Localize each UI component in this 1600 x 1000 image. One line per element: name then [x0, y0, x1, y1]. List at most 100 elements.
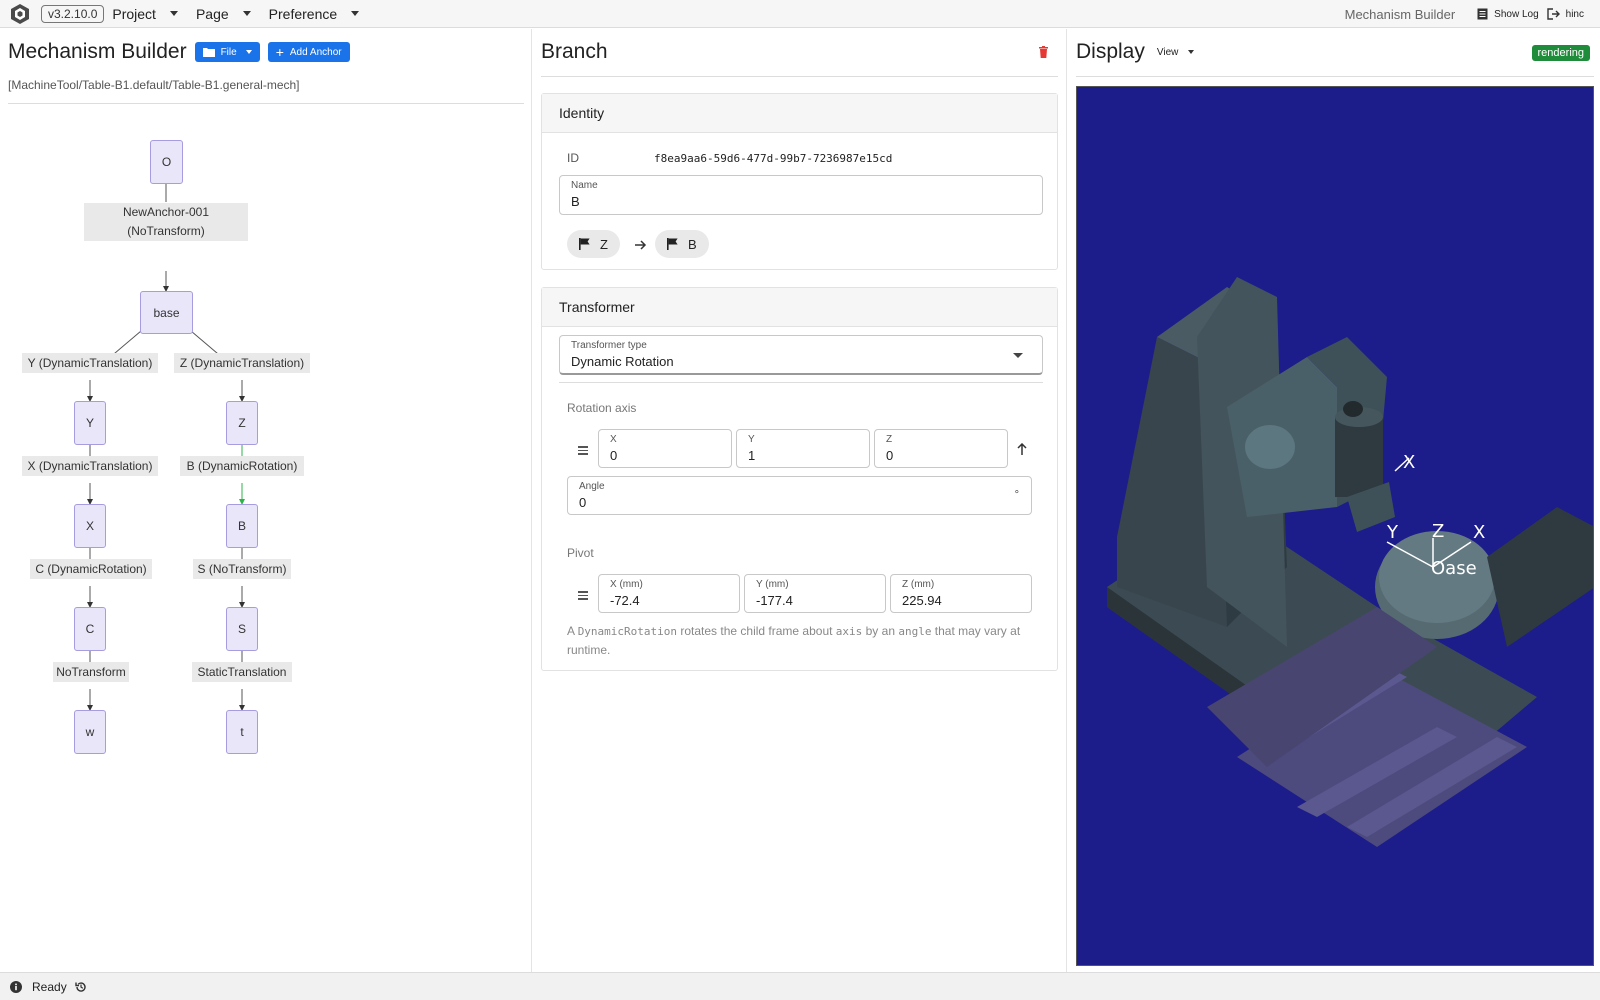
user-logout-button[interactable]: hinc [1546, 8, 1584, 20]
graph-node-base[interactable]: base [140, 291, 193, 334]
to-frame-chip[interactable]: B [655, 230, 709, 258]
status-badge: rendering [1531, 45, 1590, 61]
axis-z-label: Z [886, 434, 893, 445]
graph-node-c[interactable]: C [74, 607, 106, 651]
edge-label-base-y[interactable]: Y (DynamicTranslation) [22, 353, 158, 373]
id-value: f8ea9aa6-59d6-477d-99b7-7236987e15cd [654, 152, 893, 165]
3d-viewport[interactable]: X Y Z X Oase [1076, 86, 1594, 966]
edge-label-b-s[interactable]: S (NoTransform) [193, 559, 291, 579]
axis-z-value: 0 [886, 448, 894, 463]
edge-label-base-z[interactable]: Z (DynamicTranslation) [174, 353, 310, 373]
axis-x-label: X [610, 434, 617, 445]
user-name: hinc [1565, 8, 1584, 20]
pivot-x-field[interactable]: X (mm) -72.4 [598, 574, 740, 613]
menu-page[interactable]: Page [196, 6, 251, 22]
graph-node-z[interactable]: Z [226, 401, 258, 445]
pivot-z-value: 225.94 [902, 593, 942, 608]
edge-label-anchor-type: (NoTransform) [127, 224, 205, 238]
divider [559, 382, 1043, 383]
help-text: A DynamicRotation rotates the child fram… [567, 622, 1037, 660]
help-code-angle: angle [898, 625, 932, 638]
angle-field[interactable]: Angle 0 ° [567, 476, 1032, 515]
add-anchor-button[interactable]: + Add Anchor [267, 42, 350, 62]
page-title: Mechanism Builder [8, 40, 187, 63]
menu-page-label: Page [195, 5, 229, 22]
edge-label-c-w[interactable]: NoTransform [53, 662, 129, 682]
view-menu[interactable]: View [1157, 47, 1195, 58]
pivot-y-label: Y (mm) [756, 579, 789, 590]
mechanism-graph: O NewAnchor-001 (NoTransform) base Y (Dy… [0, 109, 532, 769]
file-button-label: File [220, 46, 237, 58]
pivot-z-field[interactable]: Z (mm) 225.94 [890, 574, 1032, 613]
show-log-button[interactable]: Show Log [1477, 8, 1539, 20]
info-icon [10, 980, 22, 993]
to-frame-label: B [688, 236, 697, 252]
app-name: Mechanism Builder [1344, 6, 1456, 22]
graph-node-s[interactable]: S [226, 607, 258, 651]
menu-preference[interactable]: Preference [268, 5, 360, 22]
app-logo-icon [11, 3, 29, 24]
flag-icon [579, 238, 590, 250]
arrow-up-icon[interactable] [1017, 443, 1027, 455]
list-icon[interactable] [578, 446, 588, 457]
divider [541, 76, 1058, 77]
divider [8, 103, 524, 104]
chevron-down-icon [242, 11, 251, 16]
status-bar: Ready [0, 972, 1600, 1000]
angle-value: 0 [579, 495, 587, 510]
axis-x-field[interactable]: X 0 [598, 429, 732, 468]
id-label: ID [567, 151, 579, 165]
transformer-type-select[interactable]: Transformer type Dynamic Rotation [559, 335, 1043, 375]
from-frame-label: Z [600, 236, 608, 252]
axis-y-label: Y [748, 434, 755, 445]
menu-project[interactable]: Project [112, 6, 178, 22]
history-icon[interactable] [74, 981, 87, 993]
frame-name-label: Oase [1431, 558, 1477, 579]
pivot-label: Pivot [567, 546, 594, 560]
help-text-3: by an [862, 624, 899, 638]
from-frame-chip[interactable]: Z [567, 230, 620, 258]
graph-node-x[interactable]: X [74, 504, 106, 548]
edge-label-s-t[interactable]: StaticTranslation [192, 662, 292, 682]
transformer-card: Transformer Transformer type Dynamic Rot… [541, 287, 1058, 671]
display-title: Display [1076, 40, 1145, 63]
axis-label-spindle-x: X [1403, 452, 1415, 473]
file-button[interactable]: File [194, 42, 260, 62]
menu-project-label: Project [112, 5, 156, 22]
chevron-down-icon [169, 11, 178, 16]
logout-icon [1546, 8, 1560, 20]
add-anchor-label: Add Anchor [289, 46, 342, 58]
axis-label-table-y: Y [1386, 522, 1399, 543]
top-bar: v3.2.10.0 Project Page Preference Mechan… [0, 0, 1600, 28]
machine-model-render: X Y Z X Oase [1107, 277, 1593, 847]
help-code-axis: axis [835, 625, 863, 638]
edge-label-z-b[interactable]: B (DynamicRotation) [180, 456, 304, 476]
status-text: Ready [32, 979, 67, 994]
menu-preference-label: Preference [268, 5, 338, 22]
pivot-y-field[interactable]: Y (mm) -177.4 [744, 574, 886, 613]
graph-node-b[interactable]: B [226, 504, 258, 548]
arrow-right-icon [635, 240, 647, 250]
name-field[interactable]: Name B [559, 175, 1043, 215]
branch-title: Branch [541, 40, 608, 63]
edge-label-y-x[interactable]: X (DynamicTranslation) [22, 456, 158, 476]
edge-label-anchor[interactable]: NewAnchor-001 (NoTransform) [84, 203, 248, 241]
graph-node-t[interactable]: t [226, 710, 258, 754]
plus-icon: + [275, 44, 284, 60]
branch-panel: Branch Identity ID f8ea9aa6-59d6-477d-99… [533, 29, 1067, 972]
axis-label-table-x: X [1473, 522, 1485, 543]
delete-icon[interactable] [1039, 46, 1048, 58]
axis-y-field[interactable]: Y 1 [736, 429, 870, 468]
pivot-x-value: -72.4 [610, 593, 640, 608]
graph-node-o[interactable]: O [150, 140, 183, 184]
list-icon[interactable] [578, 591, 588, 602]
axis-z-field[interactable]: Z 0 [874, 429, 1008, 468]
edge-label-x-c[interactable]: C (DynamicRotation) [30, 559, 152, 579]
graph-node-y[interactable]: Y [74, 401, 106, 445]
pivot-y-value: -177.4 [756, 593, 793, 608]
angle-unit: ° [1014, 489, 1019, 501]
breadcrumb: [MachineTool/Table-B1.default/Table-B1.g… [8, 78, 300, 92]
pivot-x-label: X (mm) [610, 579, 643, 590]
transformer-heading: Transformer [542, 288, 1057, 327]
graph-node-w[interactable]: w [74, 710, 106, 754]
